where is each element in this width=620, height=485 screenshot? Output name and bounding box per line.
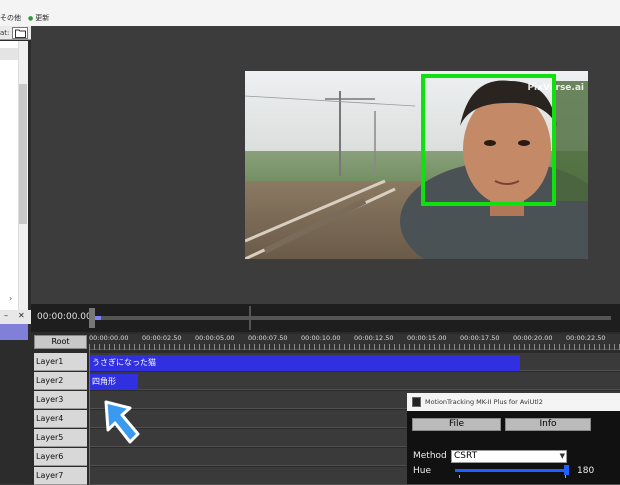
layer-label-4[interactable]: Layer4 <box>34 410 87 428</box>
minimize-button[interactable]: – <box>4 311 8 320</box>
ruler-tick-label: 00:00:02.50 <box>142 334 182 342</box>
method-select[interactable]: CSRT ▼ <box>451 450 567 463</box>
hue-slider-thumb[interactable] <box>564 465 569 475</box>
plugin-title-bar[interactable]: MotionTracking MK-II Plus for AviUtl2 <box>407 393 620 411</box>
layer-row-2[interactable] <box>89 372 620 390</box>
ruler-tick-label: 00:00:12.50 <box>354 334 394 342</box>
status-dot-icon: ● <box>28 15 34 22</box>
layer-label-5[interactable]: Layer5 <box>34 429 87 447</box>
layer-label-7[interactable]: Layer7 <box>34 467 87 485</box>
ruler-tick-label: 00:00:20.00 <box>513 334 553 342</box>
layer-label-2[interactable]: Layer2 <box>34 372 87 390</box>
plugin-app-icon <box>412 397 421 407</box>
ruler-tick-label: 00:00:15.00 <box>407 334 447 342</box>
close-button[interactable]: ✕ <box>18 311 25 320</box>
timeline-clip[interactable]: うさぎになった猫 <box>90 355 520 371</box>
open-folder-button[interactable] <box>12 27 28 39</box>
selected-panel-item[interactable] <box>0 324 28 340</box>
plugin-window: MotionTracking MK-II Plus for AviUtl2 Fi… <box>407 393 620 484</box>
playhead[interactable] <box>89 350 90 484</box>
seek-marker <box>249 306 251 330</box>
ruler-tick-label: 00:00:17.50 <box>460 334 500 342</box>
ruler-tick-label: 00:00:05.00 <box>195 334 235 342</box>
preview-image: PixVerse.ai <box>245 71 588 259</box>
ruler-ticks <box>89 344 620 350</box>
ruler-tick-label: 00:00:07.50 <box>248 334 288 342</box>
layer-label-6[interactable]: Layer6 <box>34 448 87 466</box>
pointer-arrow-icon <box>104 400 140 444</box>
method-select-value: CSRT <box>454 451 478 461</box>
menu-bar: その他 ● 更新 <box>0 0 620 26</box>
hue-label: Hue <box>413 466 432 476</box>
seek-handle[interactable] <box>89 308 95 328</box>
timecode: 00:00:00.00 <box>37 312 92 322</box>
hue-slider-tick <box>565 475 566 478</box>
time-ruler[interactable]: 00:00:00.00 00:00:02.50 00:00:05.00 00:0… <box>89 334 620 350</box>
seek-bar: 00:00:00.00 <box>31 304 620 332</box>
root-button[interactable]: Root <box>34 335 87 349</box>
ruler-tick-label: 00:00:22.50 <box>566 334 606 342</box>
tracking-box[interactable] <box>421 74 556 206</box>
hue-slider-tick <box>459 475 460 478</box>
hue-value: 180 <box>577 466 595 476</box>
chevron-down-icon[interactable]: ▼ <box>560 451 565 462</box>
file-list-selected-item[interactable] <box>0 48 18 60</box>
layer-label-3[interactable]: Layer3 <box>34 391 87 409</box>
menu-item-other[interactable]: その他 <box>0 13 21 23</box>
file-list-scroll-thumb[interactable] <box>19 84 27 224</box>
timeline-clip[interactable]: 四角形 <box>90 374 138 390</box>
file-button[interactable]: File <box>412 418 501 431</box>
seek-track[interactable] <box>93 316 611 320</box>
scroll-right-icon[interactable]: › <box>9 294 12 303</box>
menu-item-update[interactable]: ● 更新 <box>28 13 49 23</box>
left-panel: at: › – ✕ <box>0 26 31 484</box>
panel-controls: – ✕ <box>0 310 31 324</box>
hue-slider-fill <box>455 469 567 472</box>
layer-label-1[interactable]: Layer1 <box>34 353 87 371</box>
method-label: Method <box>413 451 447 461</box>
video-preview: PixVerse.ai <box>31 26 620 304</box>
ruler-tick-label: 00:00:10.00 <box>301 334 341 342</box>
folder-icon <box>15 29 26 38</box>
ruler-tick-label: 00:00:00.00 <box>89 334 129 342</box>
left-panel-header: at: <box>0 26 31 40</box>
info-button[interactable]: Info <box>505 418 591 431</box>
left-panel-header-text: at: <box>0 29 10 37</box>
